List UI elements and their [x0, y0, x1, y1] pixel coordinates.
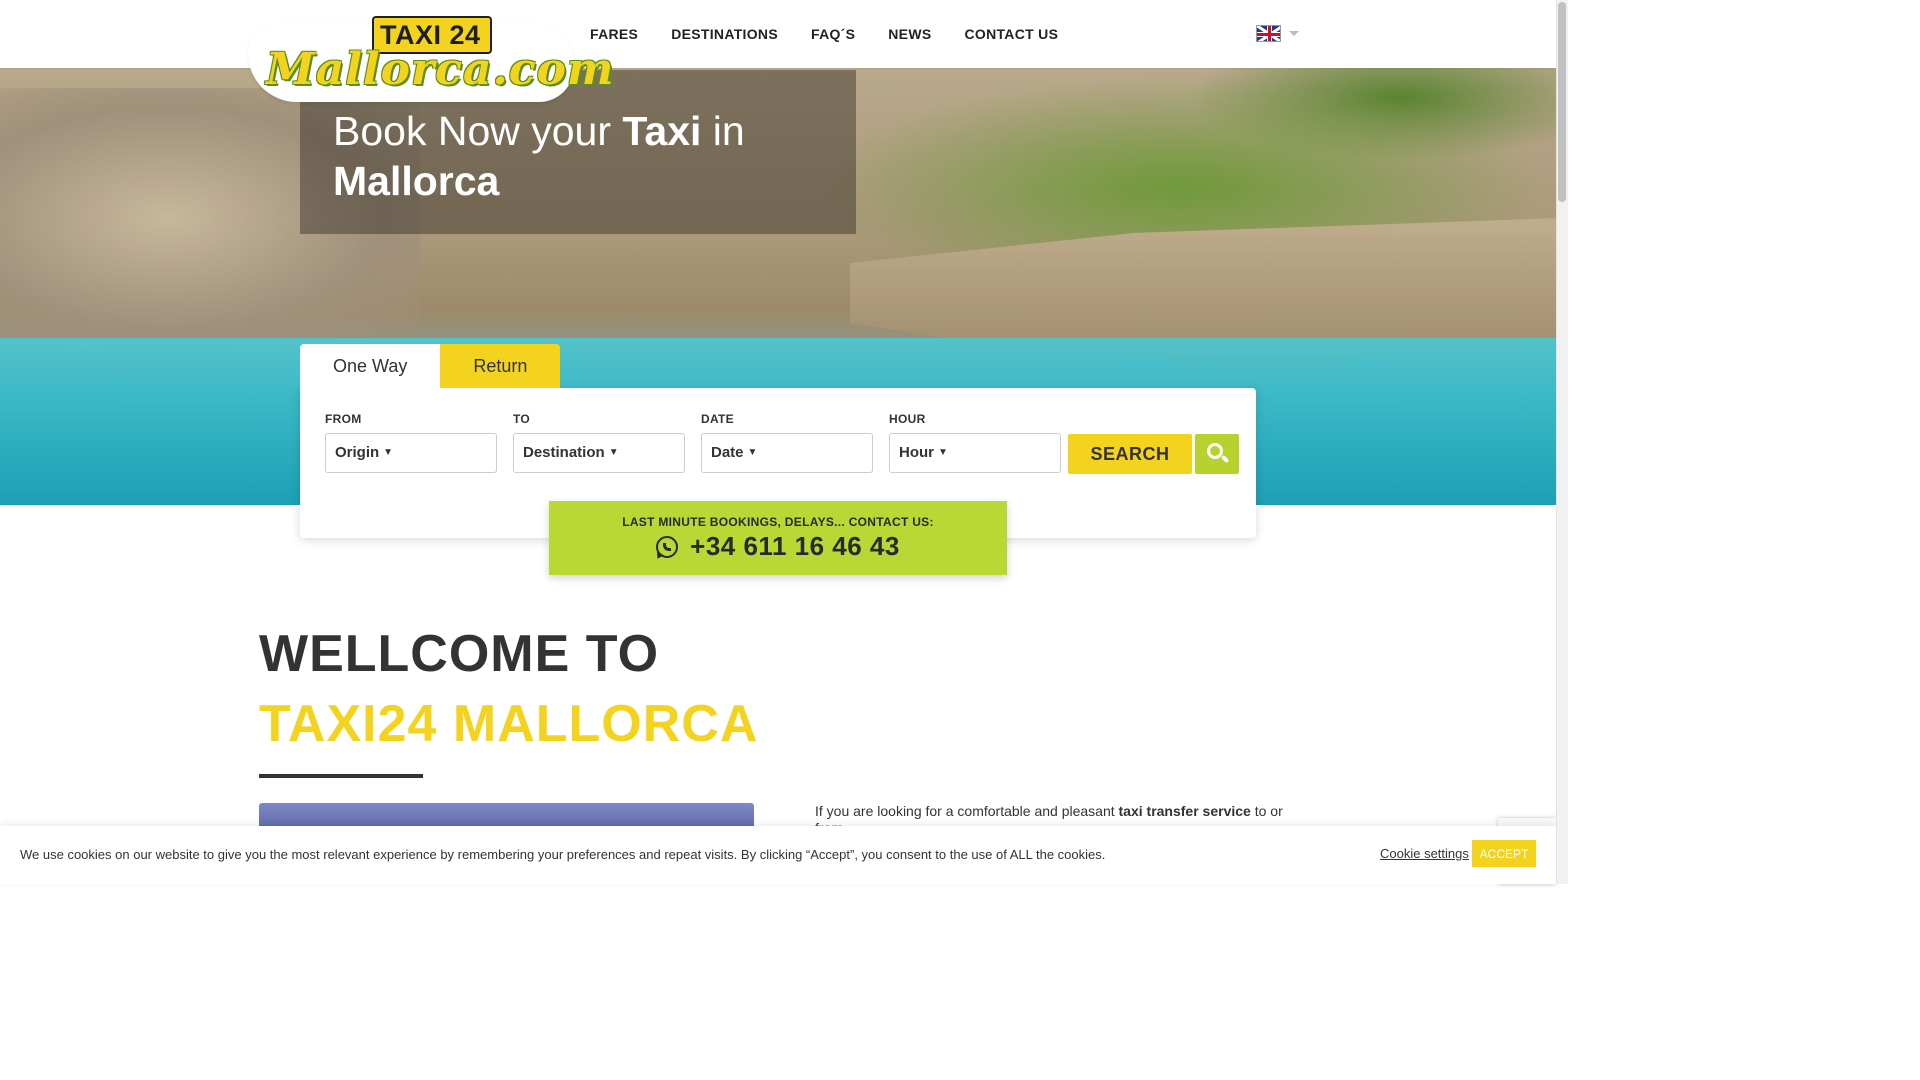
contact-banner: LAST MINUTE BOOKINGS, DELAYS... CONTACT …: [549, 501, 1007, 575]
date-field: DATE Date ▼: [701, 412, 873, 473]
nav-fares[interactable]: FARES: [590, 26, 638, 42]
nav-faqs[interactable]: FAQ´S: [811, 26, 855, 42]
cookie-text: We use cookies on our website to give yo…: [20, 847, 1106, 862]
tab-return[interactable]: Return: [440, 344, 561, 388]
from-label: FROM: [325, 412, 362, 426]
destination-select[interactable]: Destination ▼: [513, 433, 685, 473]
date-select[interactable]: Date ▼: [701, 433, 873, 473]
language-selector[interactable]: [1256, 25, 1299, 42]
contact-phone-line[interactable]: +34 611 16 46 43: [549, 531, 1007, 562]
search-icon-button[interactable]: [1195, 434, 1239, 474]
date-label: DATE: [701, 412, 734, 426]
origin-select[interactable]: Origin ▼: [325, 433, 497, 473]
tab-one-way[interactable]: One Way: [300, 344, 441, 388]
main-nav: FARES DESTINATIONS FAQ´S NEWS CONTACT US: [590, 26, 1058, 42]
cookie-settings-link[interactable]: Cookie settings: [1380, 846, 1469, 861]
search-button[interactable]: SEARCH: [1068, 434, 1192, 474]
heading-divider: [259, 774, 423, 778]
chevron-down-icon: [1289, 31, 1299, 36]
scrollbar-thumb[interactable]: [1558, 2, 1566, 202]
site-header: FARES DESTINATIONS FAQ´S NEWS CONTACT US: [0, 0, 1556, 68]
hour-select[interactable]: Hour ▼: [889, 433, 1061, 473]
to-label: TO: [513, 412, 531, 426]
cookie-accept-button[interactable]: ACCEPT: [1472, 840, 1536, 867]
dropdown-arrow-icon: ▼: [608, 447, 619, 458]
trip-type-tabs: One Way Return: [300, 344, 561, 388]
nav-news[interactable]: NEWS: [888, 26, 931, 42]
logo-wordmark: Mallorca.com: [266, 44, 615, 95]
welcome-heading-line1: WELLCOME TO: [259, 625, 660, 683]
hero-title: Book Now your Taxi in Mallorca: [333, 108, 745, 204]
dropdown-arrow-icon: ▼: [747, 447, 758, 458]
hour-label: HOUR: [889, 412, 926, 426]
whatsapp-icon: [656, 535, 679, 558]
to-field: TO Destination ▼: [513, 412, 685, 473]
hour-field: HOUR Hour ▼: [889, 412, 1061, 473]
dropdown-arrow-icon: ▼: [938, 447, 948, 458]
contact-phone[interactable]: +34 611 16 46 43: [690, 531, 900, 562]
cookie-banner: We use cookies on our website to give yo…: [0, 826, 1556, 884]
nav-contact-us[interactable]: CONTACT US: [964, 26, 1058, 42]
contact-label: LAST MINUTE BOOKINGS, DELAYS... CONTACT …: [622, 515, 934, 529]
from-field: FROM Origin ▼: [325, 412, 497, 473]
nav-destinations[interactable]: DESTINATIONS: [671, 26, 778, 42]
dropdown-arrow-icon: ▼: [383, 447, 394, 458]
uk-flag-icon: [1256, 25, 1281, 42]
site-logo[interactable]: TAXI 24 Mallorca.com: [248, 10, 614, 102]
welcome-heading-line2: TAXI24 MALLORCA: [259, 695, 759, 753]
page-scrollbar[interactable]: [1556, 0, 1568, 884]
